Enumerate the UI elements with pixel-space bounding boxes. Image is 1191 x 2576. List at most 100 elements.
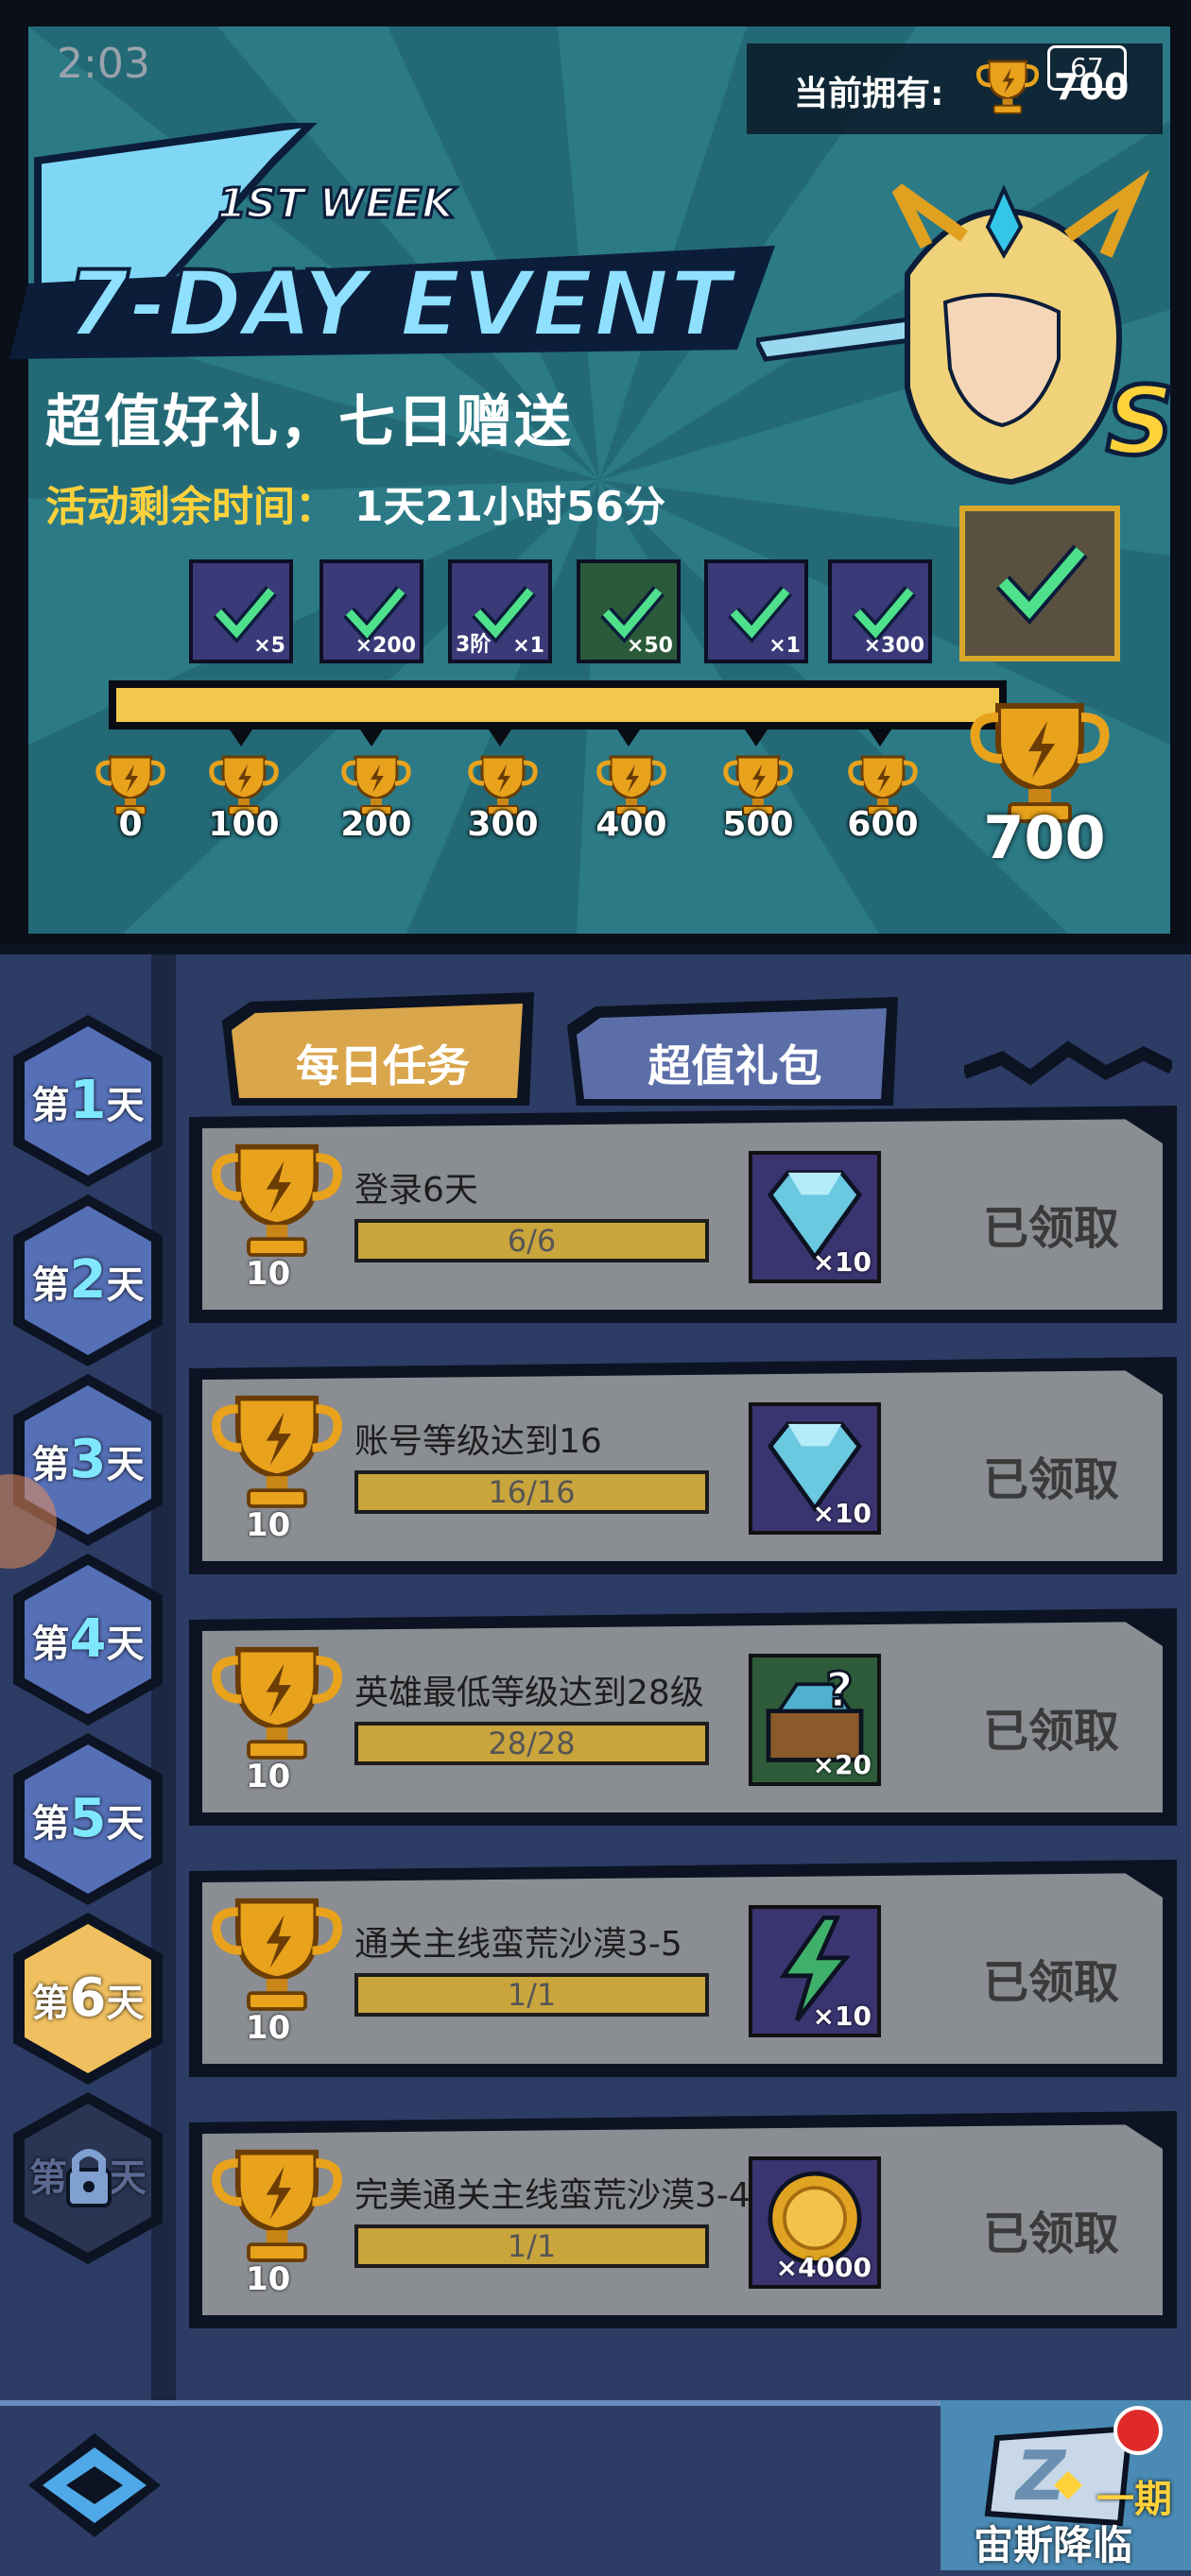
task-card: 10 登录6天 6/6 ×10 已领取 <box>189 1106 1177 1323</box>
claimed-status: 已领取 <box>983 1705 1120 1758</box>
trophy-icon <box>975 60 1040 114</box>
reward-box[interactable]: ×1 <box>704 559 808 663</box>
task-progress-bar: 6/6 <box>354 1219 709 1262</box>
battery-indicator: 67 <box>1047 45 1127 91</box>
task-reward-item[interactable]: ×10 <box>749 1151 881 1283</box>
task-points: 10 <box>246 1758 291 1795</box>
svg-text:S: S <box>1106 366 1174 476</box>
reward-qty: ×1 <box>768 634 801 658</box>
progress-tick <box>745 730 768 747</box>
trophy-progress-bar <box>109 680 1007 730</box>
reward-box[interactable]: ×200 <box>319 559 423 663</box>
milestone-label: 600 <box>847 805 919 844</box>
lock-icon <box>66 2149 112 2207</box>
day-tab-2[interactable]: 第2天 <box>8 1191 168 1370</box>
task-trophy-icon <box>212 1898 342 2011</box>
task-reward-item[interactable]: ×4000 <box>749 2156 881 2289</box>
task-title: 账号等级达到16 <box>354 1422 602 1461</box>
final-milestone-label: 700 <box>983 803 1106 872</box>
checkmark-icon <box>995 544 1088 625</box>
progress-tick <box>489 730 511 747</box>
task-points: 10 <box>246 2009 291 2047</box>
task-title: 登录6天 <box>354 1171 478 1210</box>
task-reward-qty: ×10 <box>812 1498 872 1529</box>
tab-gift-label: 超值礼包 <box>647 1040 822 1091</box>
task-reward-qty: ×4000 <box>775 2252 872 2283</box>
task-reward-qty: ×10 <box>812 2001 872 2032</box>
task-progress-bar: 28/28 <box>354 1722 709 1765</box>
task-reward-qty: ×20 <box>812 1749 872 1780</box>
task-card: 10 完美通关主线蛮荒沙漠3-4 1/1 ×4000 已领取 <box>189 2111 1177 2328</box>
day-label: 第1天 <box>31 1070 145 1131</box>
timer-label: 活动剩余时间： <box>45 483 337 531</box>
task-reward-item[interactable]: ×10 <box>749 1905 881 2037</box>
milestone-label: 500 <box>722 805 794 844</box>
milestone-label: 400 <box>596 805 667 844</box>
task-progress-bar: 1/1 <box>354 1973 709 2017</box>
task-trophy-icon <box>212 1646 342 1760</box>
logo-week-text: 1ST WEEK <box>217 180 457 228</box>
task-reward-qty: ×10 <box>812 1246 872 1278</box>
milestone-label: 200 <box>340 805 412 844</box>
tab-daily-label: 每日任务 <box>296 1040 470 1091</box>
reward-qty: ×1 <box>512 634 544 658</box>
claimed-status: 已领取 <box>983 1202 1120 1255</box>
svg-text:?: ? <box>825 1663 854 1719</box>
owned-label: 当前拥有: <box>794 75 944 113</box>
zeus-label: 宙斯降临 <box>974 2522 1133 2568</box>
hero-portrait: S <box>756 170 1177 486</box>
reward-box[interactable]: 3阶 ×1 <box>448 559 552 663</box>
timer-value: 1天21小时56分 <box>354 483 666 531</box>
svg-text:Z: Z <box>1014 2436 1067 2516</box>
day-tab-1[interactable]: 第1天 <box>8 1011 168 1191</box>
task-points: 10 <box>246 1506 291 1544</box>
progress-tick <box>360 730 383 747</box>
day-tab-5[interactable]: 第5天 <box>8 1729 168 1909</box>
notification-dot <box>1113 2406 1163 2455</box>
reward-box[interactable]: ×300 <box>828 559 932 663</box>
task-card: 10 通关主线蛮荒沙漠3-5 1/1 ×10 已领取 <box>189 1860 1177 2077</box>
task-points: 10 <box>246 1255 291 1293</box>
reward-qty: ×50 <box>626 634 673 658</box>
decorative-crack <box>964 1040 1172 1086</box>
task-card: 10 账号等级达到16 16/16 ×10 已领取 <box>189 1357 1177 1574</box>
logo-title-text: 7-DAY EVENT <box>66 251 737 357</box>
task-reward-item[interactable]: ×10 <box>749 1402 881 1535</box>
reward-qty: ×200 <box>354 634 416 658</box>
milestone-label: 0 <box>118 805 143 844</box>
task-title: 通关主线蛮荒沙漠3-5 <box>354 1925 682 1964</box>
day-label: 第4天 <box>31 1608 145 1670</box>
task-trophy-icon <box>212 1395 342 1508</box>
reward-box[interactable]: ×5 <box>189 559 293 663</box>
progress-tick <box>617 730 640 747</box>
task-reward-item[interactable]: ? ×20 <box>749 1654 881 1786</box>
final-reward-box[interactable] <box>959 506 1120 661</box>
task-progress-bar: 1/1 <box>354 2224 709 2268</box>
task-title: 完美通关主线蛮荒沙漠3-4 <box>354 2176 751 2215</box>
claimed-status: 已领取 <box>983 2207 1120 2260</box>
day-label: 第5天 <box>31 1788 145 1849</box>
game-logo-icon[interactable] <box>19 2424 170 2547</box>
event-logo: 1ST WEEK 7-DAY EVENT <box>9 123 775 359</box>
day-label: 第2天 <box>31 1249 145 1311</box>
task-points: 10 <box>246 2260 291 2298</box>
progress-tick <box>869 730 891 747</box>
task-title: 英雄最低等级达到28级 <box>354 1674 704 1712</box>
day-tab-7[interactable]: 第天 <box>8 2088 168 2268</box>
milestone-label: 300 <box>467 805 539 844</box>
milestone-label: 100 <box>208 805 280 844</box>
progress-tick <box>230 730 252 747</box>
task-progress-bar: 16/16 <box>354 1470 709 1514</box>
status-time: 2:03 <box>57 40 150 88</box>
claimed-status: 已领取 <box>983 1956 1120 2009</box>
reward-qty: ×300 <box>863 634 924 658</box>
day-tab-4[interactable]: 第4天 <box>8 1550 168 1729</box>
reward-tier: 3阶 <box>456 633 492 657</box>
reward-box[interactable]: ×50 <box>577 559 681 663</box>
claimed-status: 已领取 <box>983 1453 1120 1506</box>
task-trophy-icon <box>212 1143 342 1257</box>
day-tab-6[interactable]: 第6天 <box>8 1909 168 2088</box>
day-label: 第6天 <box>31 1967 145 2029</box>
reward-qty: ×5 <box>253 634 285 658</box>
event-subtitle: 超值好礼，七日赠送 <box>45 389 573 455</box>
